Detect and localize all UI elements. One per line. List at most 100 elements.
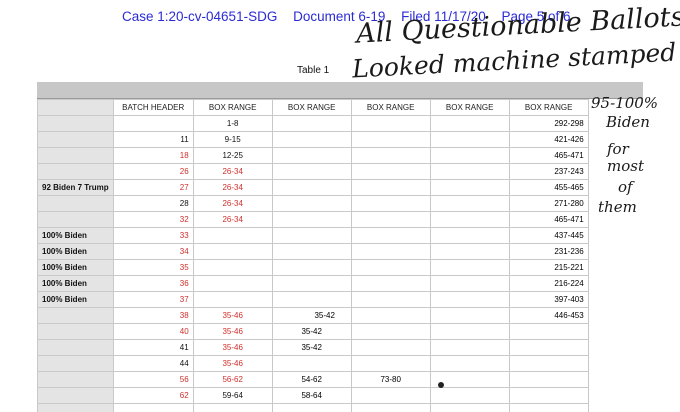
spreadsheet: BATCH HEADER BOX RANGE BOX RANGE BOX RAN… xyxy=(37,82,643,412)
row-label: 100% Biden xyxy=(37,275,114,292)
table-row: 100% Biden 35 215-221 xyxy=(37,259,589,276)
box-range-cell xyxy=(350,179,431,196)
box-range-cell xyxy=(350,387,431,404)
handwritten-side-note-1: 95-100% xyxy=(591,94,659,112)
row-label: 100% Biden xyxy=(37,291,114,308)
table-row: 100% Biden 36 216-224 xyxy=(37,275,589,292)
row-label xyxy=(37,163,114,180)
table-row: 38 35-46 35-42 446-453 xyxy=(37,307,589,324)
box-range-cell xyxy=(350,131,431,148)
box-range-cell xyxy=(508,371,589,388)
box-range-cell xyxy=(508,403,589,412)
box-range-cell xyxy=(350,259,431,276)
box-range-cell: 26-34 xyxy=(192,211,273,228)
column-header: BATCH HEADER xyxy=(112,99,194,116)
box-range-cell: 26-34 xyxy=(192,163,273,180)
box-range-cell xyxy=(271,227,352,244)
handwritten-side-note-5: of xyxy=(618,178,633,196)
box-range-cell: 455-465 xyxy=(508,179,589,196)
batch-header-cell: 33 xyxy=(112,227,194,244)
table-row: 92 Biden 7 Trump 27 26-34 455-465 xyxy=(37,179,589,196)
box-range-cell: 465-471 xyxy=(508,211,589,228)
box-range-cell xyxy=(429,339,510,356)
box-range-cell xyxy=(271,275,352,292)
row-label xyxy=(37,323,114,340)
box-range-cell xyxy=(429,131,510,148)
batch-header-cell: 41 xyxy=(112,339,194,356)
table-title: Table 1 xyxy=(297,65,330,76)
batch-header-cell: 18 xyxy=(112,147,194,164)
batch-header-cell: 37 xyxy=(112,291,194,308)
column-header: BOX RANGE xyxy=(350,99,431,116)
batch-header-cell: 27 xyxy=(112,179,194,196)
box-range-cell: 59-64 xyxy=(192,387,273,404)
table-row: 100% Biden 34 231-236 xyxy=(37,243,589,260)
box-range-cell xyxy=(192,403,273,412)
box-range-cell xyxy=(429,291,510,308)
box-range-cell xyxy=(350,355,431,372)
box-range-cell: 26-34 xyxy=(192,179,273,196)
table-row: 100% Biden 37 397-403 xyxy=(37,291,589,308)
table-row: 100% Biden 33 437-445 xyxy=(37,227,589,244)
box-range-cell xyxy=(350,291,431,308)
box-range-cell: 216-224 xyxy=(508,275,589,292)
box-range-cell xyxy=(429,179,510,196)
batch-header-cell xyxy=(112,115,194,132)
batch-header-cell: 56 xyxy=(112,371,194,388)
row-label: 100% Biden xyxy=(37,227,114,244)
box-range-cell xyxy=(271,291,352,308)
ink-blot xyxy=(438,382,444,388)
box-range-cell xyxy=(508,355,589,372)
box-range-cell: 215-221 xyxy=(508,259,589,276)
box-range-cell xyxy=(271,195,352,212)
table-row: 62 59-64 58-64 xyxy=(37,387,589,404)
box-range-cell xyxy=(271,179,352,196)
batch-header-cell: 36 xyxy=(112,275,194,292)
box-range-cell xyxy=(271,131,352,148)
box-range-cell xyxy=(429,195,510,212)
table-row: 40 35-46 35-42 xyxy=(37,323,589,340)
batch-header-cell: 38 xyxy=(112,307,194,324)
box-range-cell: 12-25 xyxy=(192,147,273,164)
box-range-cell: 26-34 xyxy=(192,195,273,212)
box-range-cell xyxy=(271,243,352,260)
box-range-cell xyxy=(429,323,510,340)
box-range-cell xyxy=(350,307,431,324)
row-label xyxy=(37,115,114,132)
table-row: 56 56-62 54-62 73-80 xyxy=(37,371,589,388)
box-range-cell: 35-46 xyxy=(192,307,273,324)
table-row: 44 35-46 xyxy=(37,355,589,372)
batch-header-cell: 40 xyxy=(112,323,194,340)
box-range-cell xyxy=(271,355,352,372)
box-range-cell xyxy=(350,339,431,356)
table-row: 1-8 292-298 xyxy=(37,115,589,132)
batch-header-cell: 44 xyxy=(112,355,194,372)
box-range-cell xyxy=(429,403,510,412)
box-range-cell xyxy=(429,227,510,244)
box-range-cell xyxy=(508,387,589,404)
box-range-cell: 35-42 xyxy=(271,323,352,340)
box-range-cell xyxy=(350,227,431,244)
box-range-cell xyxy=(350,147,431,164)
column-header: BOX RANGE xyxy=(429,99,510,116)
box-range-cell: 54-62 xyxy=(271,371,352,388)
table-row: 28 26-34 271-280 xyxy=(37,195,589,212)
box-range-cell xyxy=(271,147,352,164)
box-range-cell: 292-298 xyxy=(508,115,589,132)
table-row: 11 9-15 421-426 xyxy=(37,131,589,148)
box-range-cell xyxy=(350,323,431,340)
box-range-cell xyxy=(350,211,431,228)
row-label xyxy=(37,211,114,228)
row-label: 100% Biden xyxy=(37,243,114,260)
box-range-cell xyxy=(429,211,510,228)
column-header: BOX RANGE xyxy=(508,99,589,116)
batch-header-cell: 26 xyxy=(112,163,194,180)
box-range-cell xyxy=(429,307,510,324)
table-row: 32 26-34 465-471 xyxy=(37,211,589,228)
box-range-cell xyxy=(429,275,510,292)
batch-header-cell: 32 xyxy=(112,211,194,228)
handwritten-side-note-4: most xyxy=(607,157,644,175)
box-range-cell xyxy=(429,147,510,164)
box-range-cell xyxy=(508,339,589,356)
box-range-cell xyxy=(350,275,431,292)
